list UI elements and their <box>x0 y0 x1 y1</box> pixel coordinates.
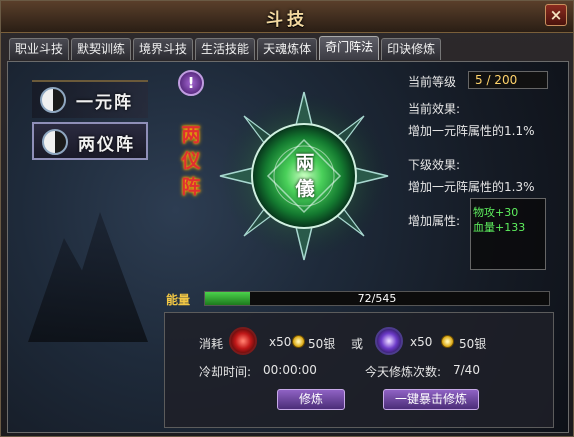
formation-item-yiyuan[interactable]: 一元阵 <box>32 80 148 118</box>
info-icon[interactable]: ! <box>178 70 204 96</box>
background-mountain <box>28 212 148 342</box>
tab-soul-refining[interactable]: 天魂炼体 <box>257 38 318 60</box>
energy-text: 72/545 <box>357 292 397 305</box>
tab-profession-duel[interactable]: 职业斗技 <box>9 38 70 60</box>
emblem-label: 兩 儀 <box>286 150 324 202</box>
formation-name: 一元阵 <box>76 93 133 113</box>
next-effect-value: 增加一元阵属性的1.3% <box>408 180 535 194</box>
tab-life-skills[interactable]: 生活技能 <box>195 38 256 60</box>
or-label: 或 <box>351 337 364 351</box>
formation-title-vertical: 两 仪 阵 <box>178 122 204 200</box>
option2-qty: x50 <box>410 335 433 349</box>
formation-list: 一元阵 两仪阵 <box>32 80 148 164</box>
silver-coin-icon <box>292 335 305 348</box>
game-window: 斗技 × 职业斗技 默契训练 境界斗技 生活技能 天魂炼体 奇门阵法 印诀修炼 … <box>0 0 574 437</box>
cooldown-value: 00:00:00 <box>263 363 317 377</box>
energy-bar: 72/545 <box>204 291 550 306</box>
crit-train-button[interactable]: 一键暴击修炼 <box>383 389 479 410</box>
tab-formations[interactable]: 奇门阵法 <box>319 36 380 60</box>
yinyang-icon <box>42 129 68 155</box>
daily-count-value: 7/40 <box>453 363 480 377</box>
formation-emblem: 兩 儀 <box>218 90 390 262</box>
title-char: 仪 <box>181 150 201 172</box>
attr-attack: 物攻+30 <box>473 206 519 219</box>
red-gem-icon <box>229 327 257 355</box>
formation-name: 两仪阵 <box>78 135 135 155</box>
option2-silver: 50银 <box>459 337 487 351</box>
silver-coin-icon <box>441 335 454 348</box>
cooldown-label: 冷却时间: <box>199 365 252 379</box>
purple-gem-icon <box>375 327 403 355</box>
added-attr-box: 物攻+30 血量+133 <box>470 198 546 270</box>
tab-realm-duel[interactable]: 境界斗技 <box>133 38 194 60</box>
option1-qty: x50 <box>269 335 292 349</box>
train-button[interactable]: 修炼 <box>277 389 345 410</box>
emblem-char: 兩 <box>295 152 315 174</box>
title-char: 阵 <box>181 176 201 198</box>
added-attr-label: 增加属性: <box>408 214 461 228</box>
current-effect-value: 增加一元阵属性的1.1% <box>408 124 535 138</box>
training-panel: 消耗 x50 50银 或 x50 50银 冷却时间: 00:00:00 今天修炼… <box>164 312 554 428</box>
title-bar: 斗技 × <box>1 1 573 33</box>
yinyang-icon <box>40 87 66 113</box>
daily-count-label: 今天修炼次数: <box>365 365 442 379</box>
next-effect-label: 下级效果: <box>408 158 461 172</box>
cost-label: 消耗 <box>199 337 224 351</box>
window-title: 斗技 <box>266 10 308 30</box>
attr-hp: 血量+133 <box>473 221 526 234</box>
option1-silver: 50银 <box>308 337 336 351</box>
formation-item-liangyi[interactable]: 两仪阵 <box>32 122 148 160</box>
title-char: 两 <box>181 124 201 146</box>
close-button[interactable]: × <box>545 4 567 26</box>
energy-label: 能量 <box>166 293 191 307</box>
emblem-char: 儀 <box>295 178 315 200</box>
level-value: 5 / 200 <box>468 71 548 89</box>
level-label: 当前等级 <box>408 75 457 89</box>
tab-bar: 职业斗技 默契训练 境界斗技 生活技能 天魂炼体 奇门阵法 印诀修炼 <box>9 36 442 61</box>
tab-seal-training[interactable]: 印诀修炼 <box>381 38 442 60</box>
formation-panel: 一元阵 两仪阵 ! 两 仪 阵 兩 儀 当前等级 5 / 200 当前效果: 增… <box>7 61 569 433</box>
current-effect-label: 当前效果: <box>408 102 461 116</box>
tab-tacit-training[interactable]: 默契训练 <box>71 38 132 60</box>
